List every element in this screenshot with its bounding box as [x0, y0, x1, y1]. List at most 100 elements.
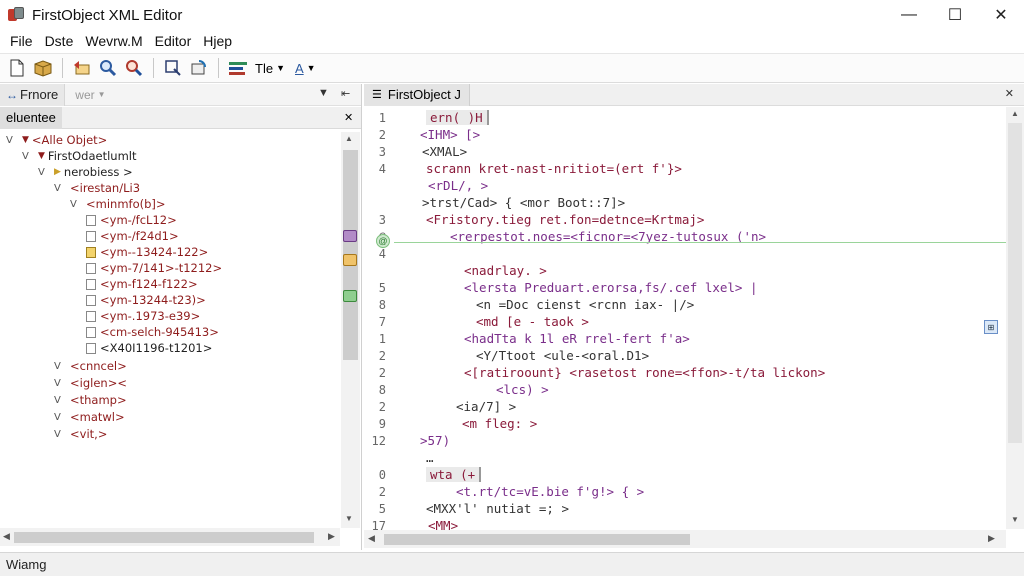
code-line[interactable]: 2 <ia/7] > [364, 398, 1006, 415]
format-icon[interactable] [226, 56, 250, 80]
menu-date[interactable]: Dste [39, 33, 80, 49]
expander-icon[interactable]: V [54, 395, 70, 406]
tree-node[interactable]: V <minmfo(b]> [70, 196, 166, 212]
line-number: 8 [378, 382, 386, 397]
scroll-down-icon[interactable]: ▼ [1011, 515, 1019, 524]
pane-dropdown-icon[interactable]: ▼ [318, 87, 329, 99]
code-line[interactable]: 4 [364, 245, 1006, 262]
code-line[interactable]: 2 <t.rt/tc=vE.bie f'g!> { > [364, 483, 1006, 500]
tree-node[interactable]: V <thamp> [54, 392, 127, 408]
tree-node[interactable]: V <iglen>< [54, 375, 127, 391]
code-line[interactable]: 9 <m fleg: > [364, 415, 1006, 432]
tree-node-label: <minmfo(b]> [86, 197, 166, 211]
menu-help[interactable]: Hjep [197, 33, 238, 49]
code-line[interactable]: … [364, 449, 1006, 466]
maximize-button[interactable]: ☐ [932, 0, 978, 30]
tree-vertical-scrollbar[interactable]: ▲ ▼ [341, 132, 360, 528]
expander-icon[interactable]: V [54, 361, 70, 372]
scroll-down-icon[interactable]: ▼ [345, 514, 353, 523]
expander-icon[interactable]: V [22, 151, 38, 162]
expander-icon[interactable]: V [54, 429, 70, 440]
bookmark-icon[interactable] [343, 230, 357, 242]
select-icon[interactable] [161, 56, 185, 80]
tree-node[interactable]: <cm-selch-945413> [86, 324, 219, 340]
tree-node[interactable]: V ▼ <Alle Objet> [6, 132, 107, 148]
tree-horizontal-scrollbar[interactable]: ◀ ▶ [0, 528, 340, 546]
tree-node[interactable]: <X40I1196-t1201> [86, 340, 212, 356]
open-box-icon[interactable] [31, 56, 55, 80]
tree-node[interactable]: <ym--13424-122> [86, 244, 208, 260]
code-line[interactable]: 1 <hadTta k 1l eR rrel-fert f'a> [364, 330, 1006, 347]
editor-vertical-scrollbar[interactable]: ▲ ▼ [1006, 107, 1024, 529]
expander-icon[interactable]: V [54, 378, 70, 389]
find-icon[interactable] [122, 56, 146, 80]
menu-editor[interactable]: Editor [149, 33, 198, 49]
menu-view[interactable]: Wevrw.M [79, 33, 148, 49]
code-line[interactable]: 5 <MXX'l' nutiat =; > [364, 500, 1006, 517]
scroll-right-icon[interactable]: ▶ [988, 533, 995, 544]
file-type-dropdown[interactable]: Tle ▼ [255, 61, 285, 76]
code-line[interactable]: 4 scrann kret-nast-nritiot=(ert f'}> [364, 160, 1006, 177]
expander-icon[interactable]: V [54, 412, 70, 423]
refresh-icon[interactable] [187, 56, 211, 80]
scroll-thumb[interactable] [14, 532, 314, 543]
tree-node[interactable]: V ▼ FirstOdaetlumlt [22, 148, 137, 164]
code-line[interactable]: 2 <Y/Ttoot <ule-<oral.D1> [364, 347, 1006, 364]
scroll-thumb[interactable] [384, 534, 690, 545]
tree-node[interactable]: <ym-f124-f122> [86, 276, 198, 292]
tree-node[interactable]: V <matwl> [54, 409, 125, 425]
menu-file[interactable]: File [4, 33, 39, 49]
tab-document[interactable]: ☰ FirstObject J [364, 83, 470, 106]
code-line[interactable]: 3 <Fristory.tieg ret.fon=detnce=Krtmaj> [364, 211, 1006, 228]
folder-icon[interactable] [343, 254, 357, 266]
expander-icon[interactable]: V [54, 183, 70, 194]
code-line[interactable]: 2 <[ratiroount} <rasetost rone=<ffon>-t/t… [364, 364, 1006, 381]
tree-node[interactable]: V <irestan/Li3 [54, 180, 140, 196]
zoom-in-icon[interactable] [96, 56, 120, 80]
code-line[interactable]: >trst/Cad> { <mor Boot::7]> [364, 194, 1006, 211]
scroll-up-icon[interactable]: ▲ [345, 134, 353, 143]
scroll-thumb[interactable] [1008, 123, 1022, 443]
style-dropdown[interactable]: A ▼ [295, 61, 316, 76]
minimize-button[interactable]: — [886, 0, 932, 30]
tree-node[interactable]: V ▶ nerobiess > [38, 164, 133, 180]
split-marker-icon[interactable]: ⊞ [984, 320, 998, 334]
close-button[interactable]: ✕ [978, 0, 1024, 30]
undo-icon[interactable] [70, 56, 94, 80]
code-line[interactable]: 12 >57) [364, 432, 1006, 449]
close-icon[interactable]: ✕ [1005, 87, 1014, 100]
tree-node[interactable]: V <vit,> [54, 426, 107, 442]
code-line[interactable]: 1 ern( )H [364, 109, 1006, 126]
new-file-icon[interactable] [5, 56, 29, 80]
code-line[interactable]: 0 wta (+ [364, 466, 1006, 483]
code-line[interactable]: <rDL/, > [364, 177, 1006, 194]
tree-node[interactable]: <ym-/fcL12> [86, 212, 177, 228]
code-line[interactable]: 8 <n =Doc cienst <rcnn iax- |/> [364, 296, 1006, 313]
pin-icon[interactable]: ⇤ [341, 87, 350, 100]
code-line[interactable]: 3 <XMAL> [364, 143, 1006, 160]
code-text: <nadrlay. > [464, 263, 547, 278]
expander-icon[interactable]: V [70, 199, 86, 210]
tab-view[interactable]: wer ▼ [65, 88, 105, 102]
close-icon[interactable]: ✕ [344, 111, 353, 124]
expander-icon[interactable]: V [6, 135, 22, 146]
tree-node[interactable]: <ym-/f24d1> [86, 228, 179, 244]
validate-icon[interactable] [343, 290, 357, 302]
expander-icon[interactable]: V [38, 167, 54, 178]
editor-horizontal-scrollbar[interactable]: ◀ ▶ [364, 530, 1006, 548]
tree-node[interactable]: <ym-.1973-e39> [86, 308, 200, 324]
code-line[interactable]: 7 <md [e - taok > [364, 313, 1006, 330]
scroll-left-icon[interactable]: ◀ [368, 533, 375, 544]
tree-node[interactable]: V <cnncel> [54, 358, 127, 374]
code-line[interactable]: 5 <lersta Preduart.erorsa,fs/.cef lxel> | [364, 279, 1006, 296]
scroll-left-icon[interactable]: ◀ [3, 531, 10, 542]
scroll-right-icon[interactable]: ▶ [328, 531, 335, 542]
tree-node[interactable]: <ym-7/141>-t1212> [86, 260, 222, 276]
code-line[interactable]: 8 <lcs) > [364, 381, 1006, 398]
tree-node[interactable]: <ym-13244-t23)> [86, 292, 206, 308]
scroll-up-icon[interactable]: ▲ [1011, 109, 1019, 118]
code-line[interactable]: 2 <IHM> [> [364, 126, 1006, 143]
code-line[interactable]: <nadrlay. > [364, 262, 1006, 279]
code-editor[interactable]: 1 ern( )H 2 <IHM> [> 3 <XMAL> 4 scrann kret-nas… [364, 107, 1006, 533]
tab-explore[interactable]: ↔ Frnore [0, 83, 66, 106]
